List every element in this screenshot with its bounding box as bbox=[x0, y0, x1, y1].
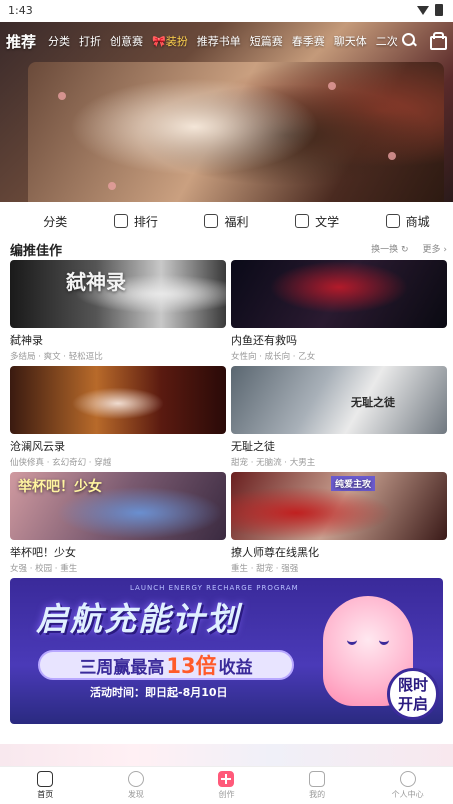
book-card[interactable]: 内鱼还有救吗 女性向 · 成长向 · 乙女 bbox=[231, 260, 447, 362]
status-bar: 1:43 bbox=[0, 0, 453, 22]
category-label: 福利 bbox=[224, 214, 249, 229]
book-tags: 仙侠修真 · 玄幻奇幻 · 穿越 bbox=[10, 458, 112, 468]
nav-label: 个人中心 bbox=[391, 790, 424, 799]
category-label: 商城 bbox=[405, 214, 430, 229]
promo-pill-prefix: 三周赢最高 bbox=[79, 657, 165, 678]
tab-recommend[interactable]: 推荐 bbox=[6, 31, 36, 52]
book-cover[interactable]: 弑神录 bbox=[10, 260, 226, 328]
section-ops: 换一换 ↻ 更多 › bbox=[371, 242, 447, 255]
bag-icon[interactable] bbox=[429, 32, 447, 50]
hero-artwork[interactable] bbox=[28, 62, 444, 224]
top-nav: 推荐 分类 打折 创意赛 🎀装扮 推荐书单 短篇赛 春季赛 聊天体 二次 bbox=[0, 24, 453, 58]
cover-badge: 纯爱主攻 bbox=[331, 476, 376, 491]
book-cover[interactable]: 举杯吧！少女 bbox=[10, 472, 226, 540]
category-store[interactable]: 商城 bbox=[385, 213, 430, 230]
coupon-icon bbox=[204, 214, 219, 228]
book-card[interactable]: 纯爱主攻 撩人师尊在线黑化 重生 · 甜宠 · 强强 bbox=[231, 472, 447, 574]
battery-icon bbox=[435, 4, 443, 16]
gift-icon bbox=[295, 214, 310, 228]
book-card[interactable]: 弑神录 弑神录 多结局 · 爽文 · 轻松逗比 bbox=[10, 260, 226, 362]
book-card[interactable]: 举杯吧！少女 举杯吧！少女 女强 · 校园 · 重生 bbox=[10, 472, 226, 574]
book-cover[interactable]: 无耻之徒 bbox=[231, 366, 447, 434]
next-banner-peek[interactable] bbox=[0, 744, 453, 766]
store-icon bbox=[385, 214, 400, 228]
book-card[interactable]: 沧澜风云录 仙侠修真 · 玄幻奇幻 · 穿越 bbox=[10, 366, 226, 468]
category-ranking[interactable]: 排行 bbox=[113, 213, 158, 230]
tab-category[interactable]: 分类 bbox=[48, 33, 70, 49]
nav-label: 我的 bbox=[309, 790, 326, 799]
wifi-icon bbox=[417, 5, 429, 15]
nav-create[interactable]: 创作 bbox=[191, 771, 261, 800]
category-row: 分类 排行 福利 文学 商城 bbox=[0, 202, 453, 488]
tab-short-contest[interactable]: 短篇赛 bbox=[250, 33, 283, 49]
category-label: 排行 bbox=[133, 214, 158, 229]
book-cover[interactable] bbox=[231, 260, 447, 328]
tab-decoration[interactable]: 🎀装扮 bbox=[152, 33, 188, 49]
nav-discover[interactable]: 发现 bbox=[101, 771, 171, 800]
category-classify[interactable]: 分类 bbox=[23, 213, 68, 488]
limited-time-badge[interactable]: 限时 开启 bbox=[387, 668, 439, 720]
promo-time: 活动时间：即日起-8月10日 bbox=[90, 686, 228, 699]
book-tags: 女性向 · 成长向 · 乙女 bbox=[231, 352, 316, 362]
category-welfare[interactable]: 福利 bbox=[204, 213, 248, 230]
promo-pill-suffix: 收益 bbox=[218, 657, 253, 678]
tab-spring-contest[interactable]: 春季赛 bbox=[292, 33, 325, 49]
book-tags: 重生 · 甜宠 · 强强 bbox=[231, 564, 299, 574]
tab-chat-style[interactable]: 聊天体 bbox=[334, 33, 367, 49]
promo-subtitle: LAUNCH ENERGY RECHARGE PROGRAM bbox=[130, 584, 299, 592]
badge-line: 开启 bbox=[397, 695, 428, 713]
status-time: 1:43 bbox=[8, 4, 33, 17]
section-header: 编推佳作 换一换 ↻ 更多 › bbox=[10, 240, 447, 259]
status-icons bbox=[417, 4, 443, 16]
search-icon[interactable] bbox=[401, 32, 417, 48]
tab-discount[interactable]: 打折 bbox=[79, 33, 101, 49]
home-icon bbox=[37, 771, 54, 787]
cover-title-art: 无耻之徒 bbox=[351, 396, 395, 409]
cover-title-art: 弑神录 bbox=[66, 270, 126, 294]
book-title[interactable]: 弑神录 bbox=[10, 332, 226, 348]
bottom-nav: 首页 发现 创作 我的 个人中心 bbox=[0, 766, 453, 804]
book-cover[interactable] bbox=[10, 366, 226, 434]
promo-title: 启航充能计划 bbox=[36, 600, 241, 638]
bar-chart-icon bbox=[113, 214, 128, 228]
cover-title-art: 举杯吧！少女 bbox=[18, 479, 102, 495]
nav-label: 发现 bbox=[127, 790, 144, 799]
plus-icon bbox=[218, 771, 235, 787]
book-title[interactable]: 沧澜风云录 bbox=[10, 438, 226, 454]
book-title[interactable]: 撩人师尊在线黑化 bbox=[231, 544, 447, 560]
tab-secondary[interactable]: 二次 bbox=[376, 33, 398, 49]
tab-creative-contest[interactable]: 创意赛 bbox=[110, 33, 143, 49]
book-card[interactable]: 无耻之徒 无耻之徒 甜宠 · 无脑流 · 大男主 bbox=[231, 366, 447, 468]
section-title: 编推佳作 bbox=[10, 244, 63, 259]
petal-decoration bbox=[328, 82, 336, 90]
tab-booklist[interactable]: 推荐书单 bbox=[197, 33, 241, 49]
petal-decoration bbox=[58, 92, 66, 100]
promo-banner[interactable]: LAUNCH ENERGY RECHARGE PROGRAM 启航充能计划 三周… bbox=[10, 578, 443, 724]
discover-icon bbox=[127, 771, 144, 787]
petal-decoration bbox=[388, 152, 396, 160]
nav-home[interactable]: 首页 bbox=[10, 771, 80, 800]
nav-label: 首页 bbox=[37, 790, 54, 799]
nav-label: 创作 bbox=[218, 790, 235, 799]
category-literature[interactable]: 文学 bbox=[295, 213, 339, 230]
petal-decoration bbox=[108, 182, 116, 190]
promo-pill-multiplier: 13倍 bbox=[166, 654, 217, 678]
category-label: 分类 bbox=[43, 214, 68, 229]
book-title[interactable]: 内鱼还有救吗 bbox=[231, 332, 447, 348]
more-button[interactable]: 更多 › bbox=[423, 242, 447, 255]
book-title[interactable]: 无耻之徒 bbox=[231, 438, 447, 454]
folder-icon bbox=[309, 771, 326, 787]
badge-line: 限时 bbox=[397, 676, 428, 694]
refresh-button[interactable]: 换一换 ↻ bbox=[371, 242, 408, 255]
profile-icon bbox=[399, 771, 416, 787]
book-cover[interactable]: 纯爱主攻 bbox=[231, 472, 447, 540]
book-tags: 多结局 · 爽文 · 轻松逗比 bbox=[10, 352, 103, 362]
nav-profile[interactable]: 个人中心 bbox=[373, 771, 443, 800]
book-tags: 女强 · 校园 · 重生 bbox=[10, 564, 78, 574]
book-tags: 甜宠 · 无脑流 · 大男主 bbox=[231, 458, 316, 468]
book-title[interactable]: 举杯吧！少女 bbox=[10, 544, 226, 560]
category-label: 文学 bbox=[315, 214, 340, 229]
nav-mine[interactable]: 我的 bbox=[282, 771, 352, 800]
promo-reward-pill: 三周赢最高 13倍 收益 bbox=[38, 650, 294, 680]
